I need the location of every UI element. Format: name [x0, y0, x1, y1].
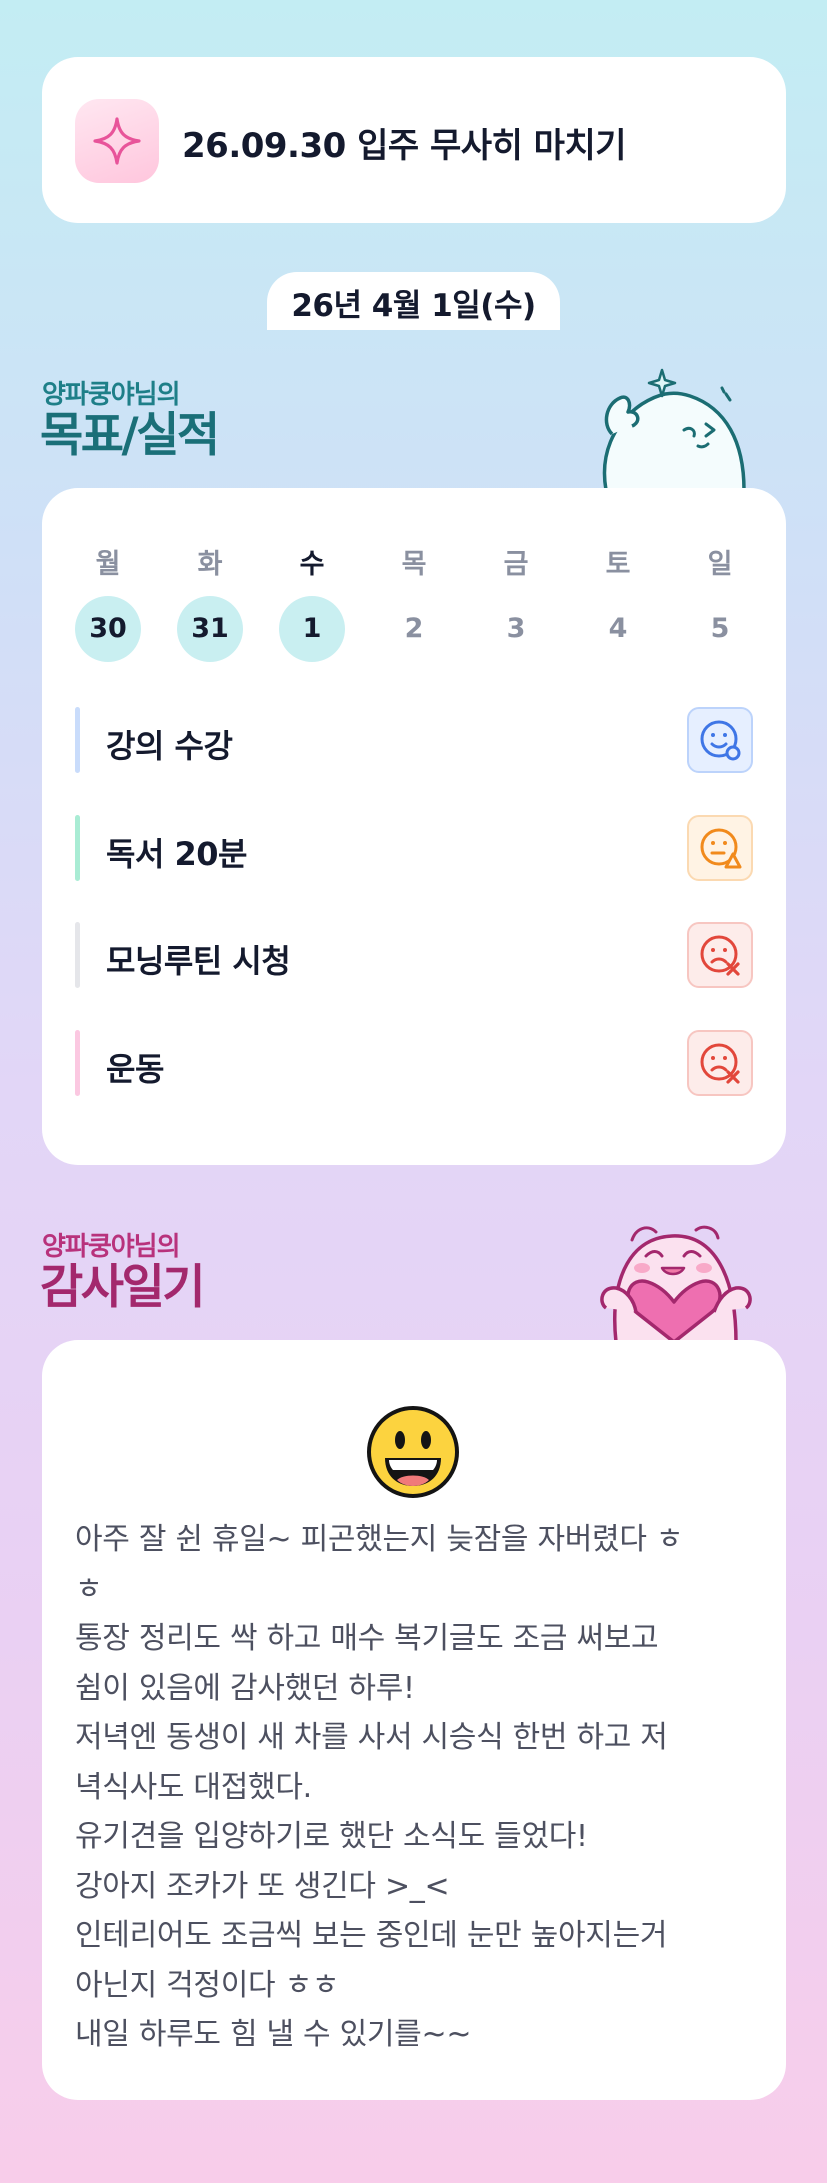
- diary-line: 아닌지 걱정이다 ㅎㅎ: [75, 1967, 340, 2003]
- diary-line: 쉼이 있음에 감사했던 하루!: [75, 1670, 415, 1706]
- task-row[interactable]: 운동: [75, 1030, 755, 1096]
- calendar-day[interactable]: 5: [687, 596, 753, 662]
- diary-line: 인테리어도 조금씩 보는 중인데 눈만 높아지는거: [75, 1918, 668, 1953]
- grinning-face-icon: [367, 1406, 459, 1498]
- diary-line: 내일 하루도 힘 낼 수 있기를~~: [75, 2017, 472, 2052]
- sad-x-icon[interactable]: [687, 1030, 753, 1096]
- calendar-day-today[interactable]: 1: [279, 596, 345, 662]
- calendar-day[interactable]: 4: [585, 596, 651, 662]
- goals-section-title: 목표/실적: [40, 408, 220, 463]
- diary-line: 통장 정리도 싹 하고 매수 복기글도 조금 써보고: [75, 1621, 659, 1656]
- task-color-bar: [75, 1030, 80, 1096]
- calendar-day[interactable]: 31: [177, 596, 243, 662]
- weekday-tue: 화: [197, 549, 223, 580]
- task-color-bar: [75, 815, 80, 881]
- diary-section-title: 감사일기: [40, 1260, 205, 1315]
- task-label: 운동: [106, 1050, 164, 1088]
- calendar-day[interactable]: 30: [75, 596, 141, 662]
- task-row[interactable]: 독서 20분: [75, 815, 755, 881]
- task-color-bar: [75, 707, 80, 773]
- diary-line: 강아지 조카가 또 생긴다 >_<: [75, 1868, 450, 1904]
- diary-line: 유기견을 입양하기로 했단 소식도 들었다!: [75, 1819, 588, 1854]
- goal-banner[interactable]: 26.09.30 입주 무사히 마치기: [42, 57, 786, 223]
- calendar-day[interactable]: 3: [483, 596, 549, 662]
- task-label: 강의 수강: [106, 727, 233, 765]
- task-label: 독서 20분: [106, 835, 248, 873]
- heart-mascot-icon: [600, 1225, 752, 1342]
- sparkle-icon: [75, 99, 159, 183]
- weekday-sat: 토: [605, 549, 631, 580]
- smile-icon[interactable]: [687, 707, 753, 773]
- diary-line: 저녁엔 동생이 새 차를 사서 시승식 한번 하고 저: [75, 1720, 668, 1755]
- weekday-fri: 금: [503, 549, 529, 580]
- date-label[interactable]: 26년 4월 1일(수): [267, 272, 560, 330]
- task-color-bar: [75, 922, 80, 988]
- task-label: 모닝루틴 시청: [106, 942, 291, 980]
- neutral-warning-icon[interactable]: [687, 815, 753, 881]
- weekday-mon: 월: [95, 549, 121, 580]
- ghost-mascot-icon: [602, 368, 746, 490]
- diary-line: 녁식사도 대접했다.: [75, 1769, 312, 1805]
- diary-line: ㅎ: [75, 1571, 103, 1607]
- goal-text: 26.09.30 입주 무사히 마치기: [182, 126, 627, 166]
- diary-text: 아주 잘 쉰 휴일~ 피곤했는지 늦잠을 자버렸다 ㅎ ㅎ 통장 정리도 싹 하…: [75, 1515, 755, 2060]
- calendar-day[interactable]: 2: [381, 596, 447, 662]
- diary-line: 아주 잘 쉰 휴일~ 피곤했는지 늦잠을 자버렸다 ㅎ: [75, 1522, 684, 1557]
- task-row[interactable]: 모닝루틴 시청: [75, 922, 755, 988]
- weekday-thu: 목: [401, 549, 427, 580]
- task-row[interactable]: 강의 수강: [75, 707, 755, 773]
- sad-x-icon[interactable]: [687, 922, 753, 988]
- weekday-sun: 일: [707, 549, 733, 580]
- weekday-wed: 수: [299, 549, 325, 580]
